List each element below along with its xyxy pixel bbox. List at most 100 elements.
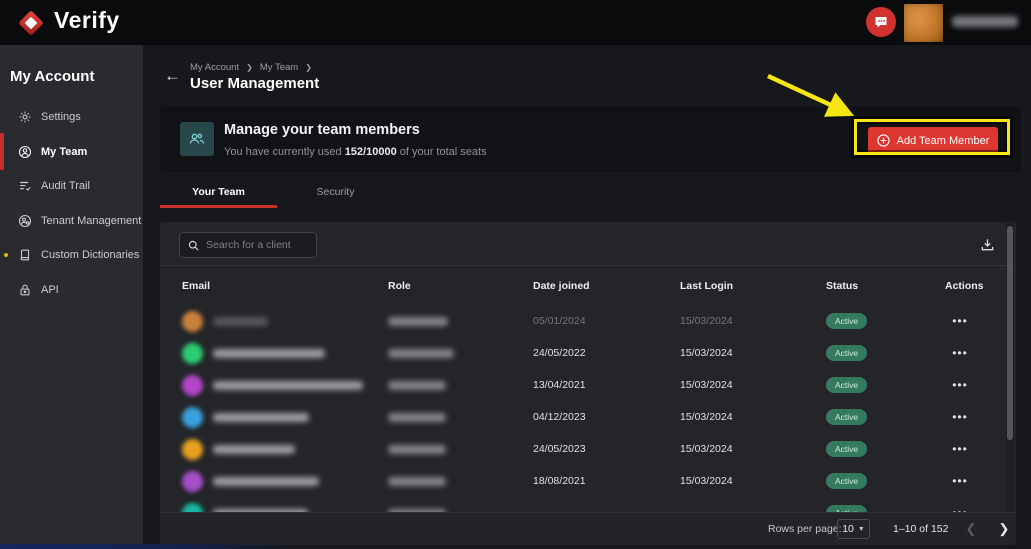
gear-icon	[18, 110, 32, 124]
team-banner: Manage your team members You have curren…	[160, 107, 1021, 172]
email-redacted	[213, 317, 268, 326]
sidebar: My Account Settings My Team Audit Trail Ten…	[0, 45, 143, 549]
download-icon[interactable]	[978, 235, 996, 253]
person-circle-icon	[18, 145, 32, 159]
sidebar-item-tenant-management[interactable]: Tenant Management	[0, 204, 143, 238]
sidebar-item-label: Settings	[41, 111, 81, 123]
status-badge: Active	[826, 473, 867, 489]
row-actions-ellipsis-icon[interactable]: •••	[945, 474, 975, 488]
email-redacted	[213, 445, 295, 454]
table-row[interactable]: 04/12/202315/03/2024Active •••	[160, 401, 1008, 433]
date-joined: 05/01/2024	[533, 315, 680, 327]
pagination-bar: Rows per page: 10 ▼ 1–10 of 152 ❮ ❯	[160, 512, 1016, 545]
row-actions-ellipsis-icon[interactable]: •••	[945, 442, 975, 456]
last-login: 15/03/2024	[680, 411, 826, 423]
search-icon	[188, 239, 199, 252]
breadcrumb-my-account[interactable]: My Account	[190, 62, 239, 73]
sidebar-item-label: Custom Dictionaries	[41, 249, 139, 261]
email-redacted	[213, 477, 319, 486]
table-header-row: EmailRoleDate joinedLast LoginStatusActi…	[160, 266, 1008, 305]
team-group-icon	[180, 122, 214, 156]
avatar	[182, 343, 203, 364]
avatar	[182, 439, 203, 460]
last-login: 15/03/2024	[680, 315, 826, 327]
email-redacted	[213, 381, 363, 390]
last-login: 15/03/2024	[680, 347, 826, 359]
previous-page-button[interactable]: ❮	[960, 518, 982, 540]
status-badge: Active	[826, 313, 867, 329]
avatar	[182, 503, 203, 513]
avatar	[182, 311, 203, 332]
plus-circle-icon	[877, 134, 890, 147]
search-input[interactable]	[206, 239, 308, 251]
last-login: 15/03/2024	[680, 379, 826, 391]
role-redacted	[388, 413, 446, 422]
table-row[interactable]: 18/08/202115/03/2024Active•••	[160, 465, 1008, 497]
role-redacted	[388, 477, 446, 486]
table-row[interactable]: 24/05/202215/03/2024Active •••	[160, 337, 1008, 369]
lock-icon	[18, 283, 32, 297]
top-bar: Verify	[0, 0, 1031, 45]
status-badge: Active	[826, 345, 867, 361]
sidebar-item-custom-dictionaries[interactable]: Custom Dictionaries	[0, 238, 143, 272]
add-team-member-button[interactable]: Add Team Member	[868, 127, 998, 154]
table-row[interactable]: 13/04/202115/03/2024Active •••	[160, 369, 1008, 401]
sidebar-item-audit-trail[interactable]: Audit Trail	[0, 169, 143, 203]
table-row[interactable]: Active•••	[160, 497, 1008, 512]
book-icon	[18, 248, 32, 262]
date-joined: 24/05/2023	[533, 443, 680, 455]
chevron-right-icon: ❯	[246, 63, 253, 72]
date-joined: 24/05/2022	[533, 347, 680, 359]
active-tab-underline	[160, 205, 277, 208]
sidebar-item-api[interactable]: API	[0, 273, 143, 307]
back-arrow-icon[interactable]: ←	[164, 66, 181, 86]
role-redacted	[388, 381, 446, 390]
scrollbar-thumb[interactable]	[1007, 226, 1013, 440]
tab-security[interactable]: Security	[277, 186, 394, 208]
role-redacted	[388, 445, 446, 454]
status-badge: Active	[826, 409, 867, 425]
tenant-icon	[18, 214, 32, 228]
search-box[interactable]	[179, 232, 317, 258]
column-header-email: Email	[182, 280, 388, 292]
next-page-button[interactable]: ❯	[993, 518, 1015, 540]
row-actions-ellipsis-icon[interactable]: •••	[945, 346, 975, 360]
avatar	[182, 407, 203, 428]
page-title: User Management	[190, 75, 319, 92]
email-redacted	[213, 349, 325, 358]
last-login: 15/03/2024	[680, 443, 826, 455]
email-redacted	[213, 413, 309, 422]
team-table-card: EmailRoleDate joinedLast LoginStatusActi…	[160, 222, 1016, 545]
role-redacted	[388, 317, 448, 326]
breadcrumb-my-team[interactable]: My Team	[260, 62, 298, 73]
date-joined: 18/08/2021	[533, 475, 680, 487]
column-header-status: Status	[826, 280, 945, 292]
row-actions-ellipsis-icon[interactable]: •••	[945, 410, 975, 424]
banner-subtitle: You have currently used 152/10000 of you…	[224, 146, 487, 158]
seats-used: 152/10000	[345, 146, 397, 158]
verify-logo-icon	[16, 8, 46, 38]
user-email-redacted	[952, 16, 1018, 27]
sidebar-item-my-team[interactable]: My Team	[0, 135, 143, 169]
breadcrumb: My Account ❯ My Team ❯	[190, 62, 312, 73]
sidebar-item-label: My Team	[41, 146, 87, 158]
row-actions-ellipsis-icon[interactable]: •••	[945, 378, 975, 392]
status-badge: Active	[826, 505, 867, 512]
row-actions-ellipsis-icon[interactable]: •••	[945, 314, 975, 328]
date-joined: 04/12/2023	[533, 411, 680, 423]
sidebar-item-settings[interactable]: Settings	[0, 100, 143, 134]
table-row[interactable]: 24/05/202315/03/2024Active •••	[160, 433, 1008, 465]
chat-icon[interactable]	[866, 7, 896, 37]
table-scrollbar[interactable]	[1006, 222, 1014, 512]
date-joined: 13/04/2021	[533, 379, 680, 391]
status-badge: Active	[826, 377, 867, 393]
table-row[interactable]: 05/01/202415/03/2024Active •••	[160, 305, 1008, 337]
rows-per-page-label: Rows per page:	[768, 523, 842, 535]
user-avatar[interactable]	[904, 4, 943, 42]
banner-title: Manage your team members	[224, 122, 420, 138]
column-header-date-joined: Date joined	[533, 280, 680, 292]
sidebar-heading: My Account	[10, 68, 94, 85]
sidebar-item-label: Audit Trail	[41, 180, 90, 192]
status-badge: Active	[826, 441, 867, 457]
rows-per-page-select[interactable]: 10 ▼	[837, 519, 870, 539]
